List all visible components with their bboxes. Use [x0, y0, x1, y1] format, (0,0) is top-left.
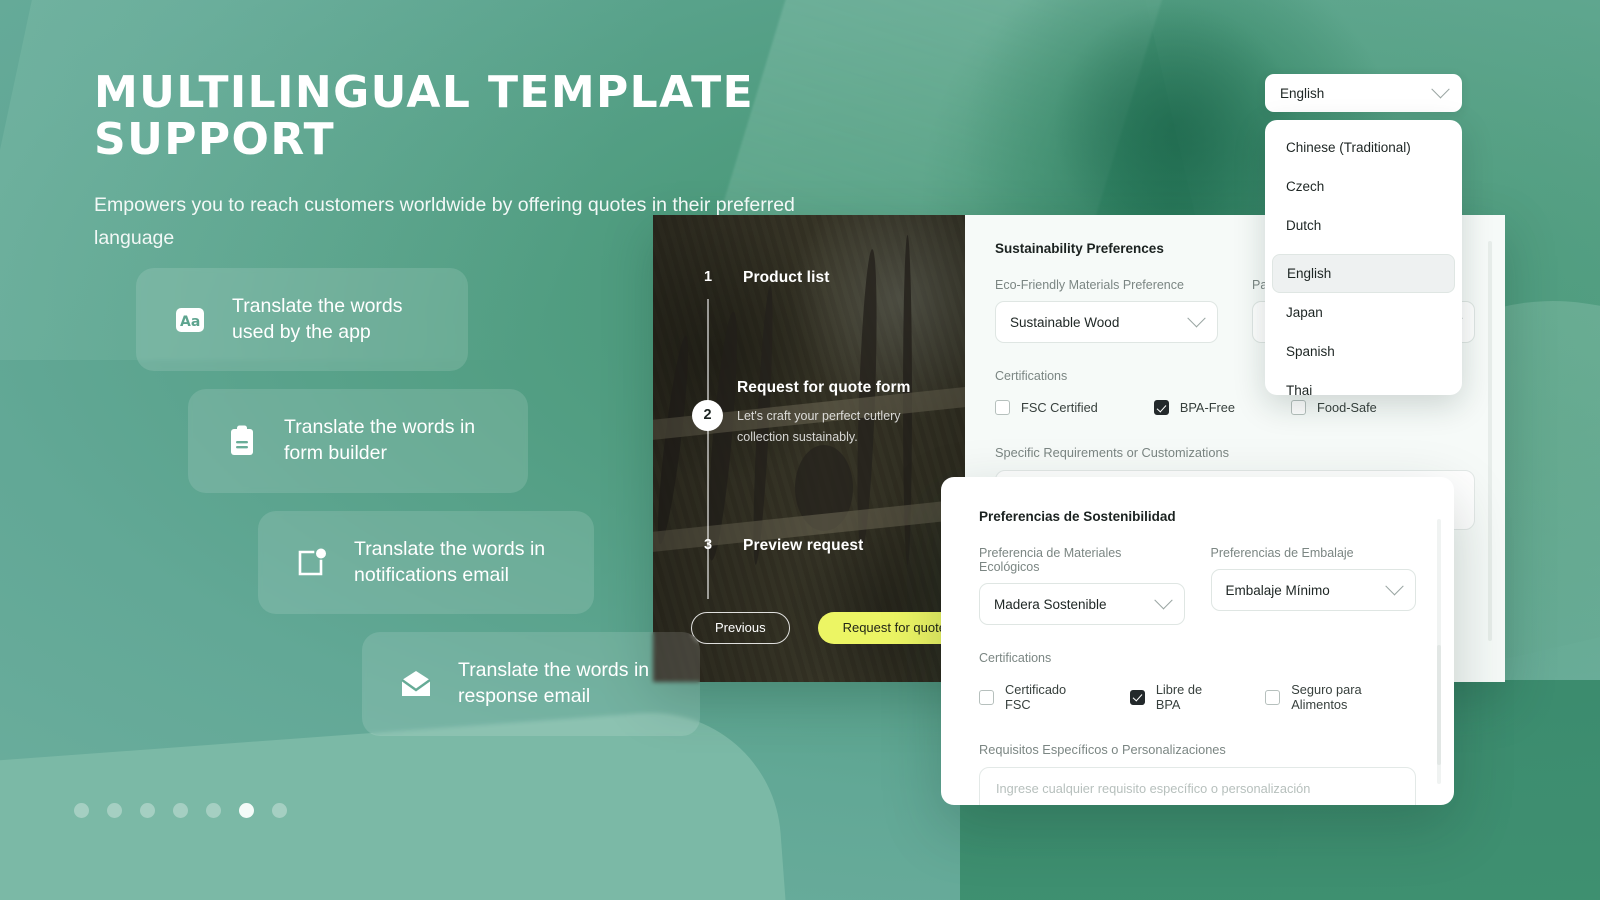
es-packaging-field: Preferencias de Embalaje Embalaje Mínimo: [1210, 546, 1416, 625]
language-selector: English Chinese (Traditional) Czech Dutc…: [1265, 74, 1462, 395]
checkbox-box[interactable]: [979, 689, 994, 705]
carousel-dot-active[interactable]: [239, 803, 254, 818]
carousel-dots[interactable]: [74, 803, 287, 818]
language-selected-value: English: [1280, 85, 1325, 101]
carousel-dot[interactable]: [107, 803, 122, 818]
checkbox-label: Food-Safe: [1317, 400, 1377, 415]
spanish-form-heading: Preferencias de Sostenibilidad: [979, 509, 1176, 524]
feature-card-label: Translate the words in response email: [458, 659, 650, 708]
checkbox-fsc-certified[interactable]: FSC Certified: [995, 400, 1098, 415]
es-requirements-placeholder: Ingrese cualquier requisito específico o…: [996, 781, 1311, 796]
checkbox-box[interactable]: [1291, 400, 1307, 415]
hero-section: MULTILINGUAL TEMPLATE SUPPORT Empowers y…: [94, 67, 914, 256]
carousel-dot[interactable]: [206, 803, 221, 818]
feature-card-label: Translate the words in form builder: [284, 416, 476, 465]
chevron-down-icon: [1187, 308, 1206, 327]
feature-card-form-builder: Translate the words in form builder: [188, 389, 528, 493]
es-eco-materials-field: Preferencia de Materiales Ecológicos Mad…: [979, 546, 1185, 625]
language-option-japan[interactable]: Japan: [1272, 293, 1455, 332]
checkbox-label: Seguro para Alimentos: [1291, 682, 1362, 712]
english-panel-scrollbar[interactable]: [1488, 241, 1492, 641]
es-packaging-select[interactable]: Embalaje Mínimo: [1210, 569, 1416, 611]
checkbox-box[interactable]: [995, 400, 1010, 415]
checkbox-label: Libre de BPA: [1155, 682, 1203, 712]
feature-card-label: Translate the words in notifications ema…: [354, 537, 546, 586]
spanish-form-modal: Preferencias de Sostenibilidad Preferenc…: [941, 477, 1454, 805]
es-eco-materials-select[interactable]: Madera Sostenible: [979, 583, 1185, 625]
carousel-dot[interactable]: [74, 803, 89, 818]
language-option-czech[interactable]: Czech: [1272, 167, 1455, 206]
feature-card-label: Translate the words used by the app: [232, 295, 403, 343]
field-label: Preferencia de Materiales Ecológicos: [979, 546, 1122, 574]
step-subtitle: Let's craft your perfect cutlery collect…: [737, 409, 901, 445]
feature-card-app-words: Aa Translate the words used by the app: [136, 268, 468, 372]
carousel-dot[interactable]: [272, 803, 287, 818]
es-certifications-group: Certificado FSC Libre de BPA Seguro para…: [979, 682, 1416, 712]
es-checkbox-certificado-fsc[interactable]: Certificado FSC: [979, 682, 1092, 712]
es-requirements-label: Requisitos Específicos o Personalizacion…: [979, 742, 1226, 757]
carousel-dot[interactable]: [173, 803, 188, 818]
select-value: Embalaje Mínimo: [1225, 582, 1330, 598]
page-subtitle: Empowers you to reach customers worldwid…: [94, 194, 795, 250]
chevron-down-icon: [1153, 590, 1173, 609]
language-option-thai[interactable]: Thai: [1272, 371, 1455, 395]
es-checkbox-seguro-para-alimentos[interactable]: Seguro para Alimentos: [1265, 682, 1416, 712]
es-requirements-textarea[interactable]: Ingrese cualquier requisito específico o…: [979, 767, 1416, 805]
checkbox-food-safe[interactable]: Food-Safe: [1291, 400, 1377, 415]
feature-card-notifications-email: Translate the words in notifications ema…: [258, 510, 594, 615]
page-title: MULTILINGUAL TEMPLATE SUPPORT: [94, 67, 755, 165]
language-select-trigger[interactable]: English: [1265, 74, 1462, 112]
field-label: Eco-Friendly Materials Preference: [995, 278, 1184, 292]
checkbox-label: BPA-Free: [1179, 400, 1236, 415]
select-value: Sustainable Wood: [1010, 314, 1120, 330]
checkbox-label: FSC Certified: [1021, 400, 1098, 415]
requirements-label: Specific Requirements or Customizations: [995, 445, 1229, 460]
checkbox-bpa-free[interactable]: BPA-Free: [1153, 400, 1236, 415]
step-title: Preview request: [743, 537, 864, 554]
language-option-dutch[interactable]: Dutch: [1272, 206, 1455, 245]
language-option-chinese-traditional[interactable]: Chinese (Traditional): [1272, 128, 1455, 167]
checkbox-box[interactable]: [1265, 689, 1281, 705]
eco-materials-select[interactable]: Sustainable Wood: [995, 301, 1218, 343]
feature-card-list: Aa Translate the words used by the app T…: [0, 268, 760, 736]
clipboard-icon: [222, 421, 262, 461]
language-dropdown-menu[interactable]: Chinese (Traditional) Czech Dutch Englis…: [1265, 120, 1462, 395]
notification-square-icon: [292, 543, 332, 583]
field-label: Preferencias de Embalaje: [1210, 546, 1354, 560]
es-certifications-label: Certifications: [979, 651, 1052, 665]
svg-text:Aa: Aa: [180, 314, 200, 330]
aa-text-icon: Aa: [170, 300, 210, 340]
es-checkbox-libre-de-bpa[interactable]: Libre de BPA: [1129, 682, 1227, 712]
language-option-spanish[interactable]: Spanish: [1272, 332, 1455, 371]
carousel-dot[interactable]: [140, 803, 155, 818]
chevron-down-icon: [1385, 576, 1404, 595]
feature-card-response-email: Translate the words in response email: [362, 632, 700, 736]
eco-materials-field: Eco-Friendly Materials Preference Sustai…: [995, 278, 1218, 343]
chevron-down-icon: [1431, 79, 1450, 98]
step-title: Request for quote form: [737, 379, 911, 396]
checkbox-label: Certificado FSC: [1005, 682, 1067, 712]
spanish-modal-scrollbar-thumb[interactable]: [1437, 645, 1441, 765]
checkbox-box-checked[interactable]: [1153, 400, 1169, 415]
envelope-open-icon: [396, 664, 436, 704]
checkbox-box-checked[interactable]: [1129, 689, 1145, 705]
language-option-english[interactable]: English: [1272, 254, 1455, 293]
certifications-group: FSC Certified BPA-Free Food-Safe: [995, 400, 1475, 415]
select-value: Madera Sostenible: [994, 596, 1107, 612]
